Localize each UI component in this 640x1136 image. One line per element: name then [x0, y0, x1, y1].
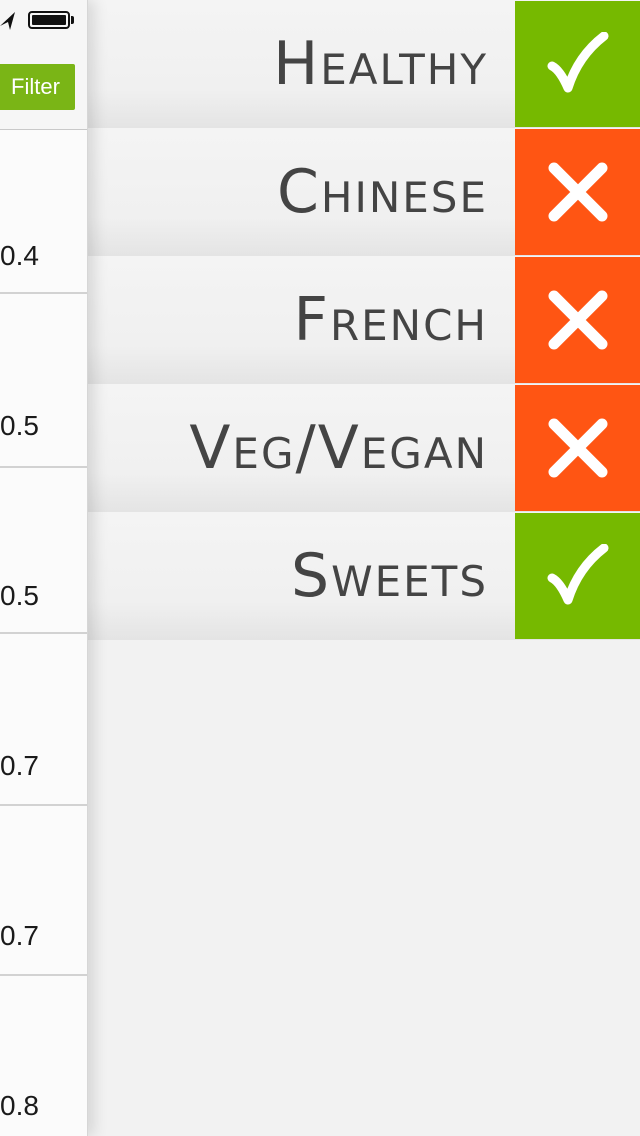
distance-value: 0.7: [0, 920, 39, 951]
filter-row-chinese[interactable]: Chinese: [88, 128, 640, 256]
list-item[interactable]: 0.4: [0, 129, 87, 294]
list-item[interactable]: 0.5: [0, 468, 87, 634]
filter-row-veg-vegan[interactable]: Veg/Vegan: [88, 384, 640, 512]
filter-row-french[interactable]: French: [88, 256, 640, 384]
list-item[interactable]: 0.7: [0, 634, 87, 806]
filter-label: French: [293, 285, 488, 355]
filter-toggle-chinese[interactable]: [515, 129, 640, 255]
filter-row-healthy[interactable]: Healthy: [88, 0, 640, 128]
filter-label: Chinese: [276, 157, 488, 227]
distance-value: 0.5: [0, 410, 39, 441]
cross-icon: [548, 162, 607, 222]
battery-tip: [71, 16, 74, 24]
distance-value: 0.4: [0, 240, 39, 271]
restaurant-list-panel: Filter 0.4 0.5 0.5 0.7 0.7 0.8: [0, 0, 88, 1136]
filter-button[interactable]: Filter: [0, 64, 75, 110]
location-arrow-icon: [0, 12, 15, 30]
cross-icon: [548, 418, 607, 478]
filter-toggle-veg-vegan[interactable]: [515, 385, 640, 511]
distance-value: 0.5: [0, 580, 39, 611]
filter-toggle-sweets[interactable]: [515, 513, 640, 639]
filter-toggle-healthy[interactable]: [515, 1, 640, 127]
list-item[interactable]: 0.8: [0, 976, 87, 1136]
filter-label: Sweets: [290, 541, 488, 611]
distance-value: 0.8: [0, 1090, 39, 1121]
battery-icon: [28, 11, 70, 29]
distance-value: 0.7: [0, 750, 39, 781]
list-item[interactable]: 0.7: [0, 806, 87, 976]
filter-toggle-french[interactable]: [515, 257, 640, 383]
checkmark-icon: [547, 544, 608, 605]
list-item[interactable]: 0.5: [0, 294, 87, 468]
filter-label: Veg/Vegan: [189, 413, 488, 483]
filter-row-sweets[interactable]: Sweets: [88, 512, 640, 640]
cross-icon: [548, 290, 607, 350]
checkmark-icon: [547, 32, 608, 93]
cuisine-filter-menu: Healthy Chinese French Veg/Vegan Sweets: [88, 0, 640, 640]
list-header: Filter: [0, 0, 87, 130]
filter-label: Healthy: [273, 29, 488, 99]
